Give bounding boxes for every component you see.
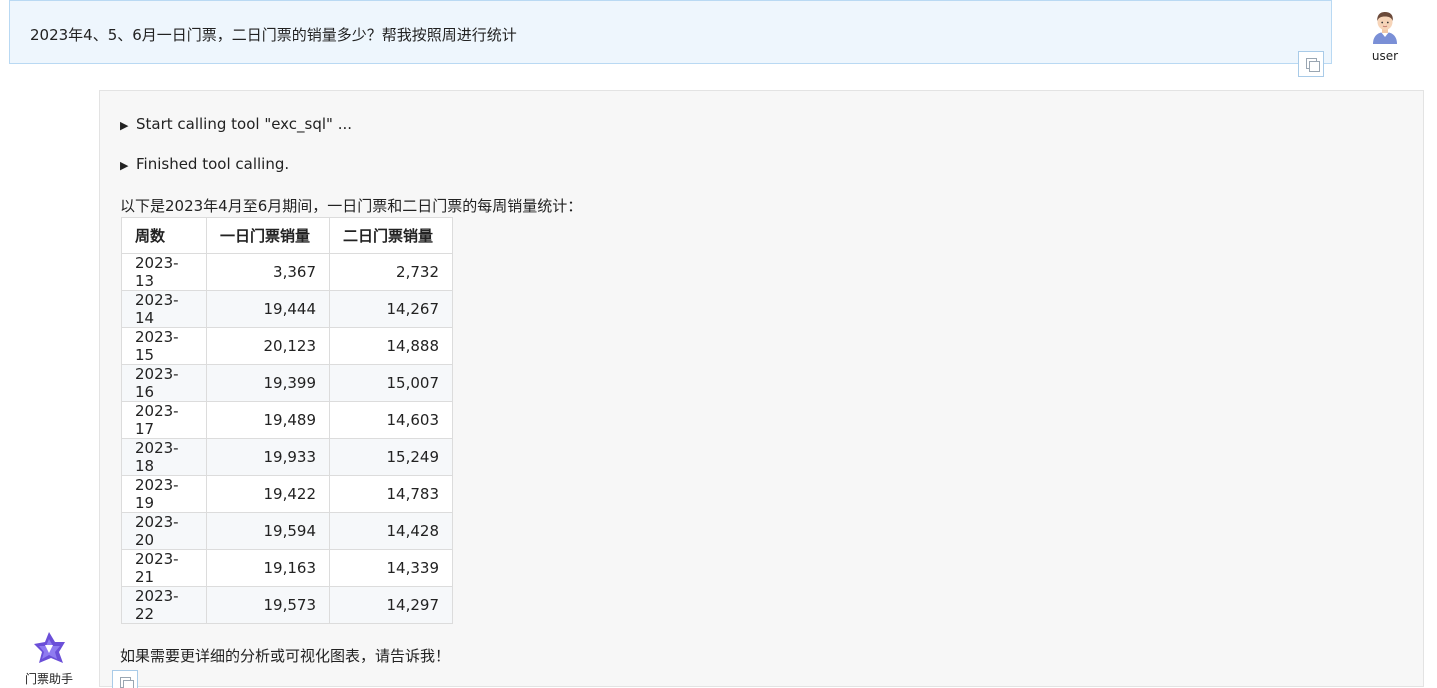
copy-assistant-message-button[interactable] <box>112 670 138 688</box>
table-row: 2023-17 19,489 14,603 <box>121 401 453 439</box>
tool-call-finished-toggle[interactable]: ▶ Finished tool calling. <box>120 155 289 173</box>
table-cell-two-day: 14,603 <box>329 401 453 439</box>
table-row: 2023-18 19,933 15,249 <box>121 438 453 476</box>
table-row: 2023-13 3,367 2,732 <box>121 253 453 291</box>
table-cell-week: 2023-14 <box>121 290 207 328</box>
user-avatar: user <box>1356 10 1414 63</box>
table-row: 2023-21 19,163 14,339 <box>121 549 453 587</box>
table-cell-week: 2023-18 <box>121 438 207 476</box>
table-cell-week: 2023-13 <box>121 253 207 291</box>
table-cell-one-day: 19,489 <box>206 401 330 439</box>
table-cell-two-day: 14,888 <box>329 327 453 365</box>
table-cell-two-day: 15,007 <box>329 364 453 402</box>
table-row: 2023-16 19,399 15,007 <box>121 364 453 402</box>
table-cell-two-day: 14,297 <box>329 586 453 624</box>
user-message-text: 2023年4、5、6月一日门票，二日门票的销量多少？帮我按照周进行统计 <box>30 26 517 44</box>
table-cell-one-day: 19,444 <box>206 290 330 328</box>
assistant-logo-icon <box>34 632 65 663</box>
table-header-two-day: 二日门票销量 <box>329 217 453 254</box>
table-cell-two-day: 14,339 <box>329 549 453 587</box>
user-avatar-icon <box>1373 12 1397 44</box>
table-cell-week: 2023-22 <box>121 586 207 624</box>
table-header-one-day: 一日门票销量 <box>206 217 330 254</box>
tool-call-start-toggle[interactable]: ▶ Start calling tool "exc_sql" ... <box>120 115 352 133</box>
table-cell-one-day: 20,123 <box>206 327 330 365</box>
table-cell-week: 2023-17 <box>121 401 207 439</box>
table-cell-two-day: 14,428 <box>329 512 453 550</box>
user-message-bubble: 2023年4、5、6月一日门票，二日门票的销量多少？帮我按照周进行统计 <box>9 0 1332 64</box>
table-header-week: 周数 <box>121 217 207 254</box>
table-row: 2023-20 19,594 14,428 <box>121 512 453 550</box>
copy-user-message-button[interactable] <box>1298 51 1324 77</box>
assistant-message-panel: ▶ Start calling tool "exc_sql" ... ▶ Finis… <box>99 90 1424 687</box>
assistant-avatar: 门票助手 <box>14 630 84 687</box>
table-cell-week: 2023-20 <box>121 512 207 550</box>
table-cell-one-day: 19,573 <box>206 586 330 624</box>
table-cell-one-day: 3,367 <box>206 253 330 291</box>
assistant-avatar-name: 门票助手 <box>24 672 73 686</box>
table-cell-two-day: 14,783 <box>329 475 453 513</box>
user-avatar-name: user <box>1371 49 1399 63</box>
table-row: 2023-19 19,422 14,783 <box>121 475 453 513</box>
table-cell-two-day: 14,267 <box>329 290 453 328</box>
table-cell-two-day: 15,249 <box>329 438 453 476</box>
table-row: 2023-15 20,123 14,888 <box>121 327 453 365</box>
assistant-outro-text: 如果需要更详细的分析或可视化图表，请告诉我！ <box>120 647 451 665</box>
table-cell-one-day: 19,422 <box>206 475 330 513</box>
table-cell-week: 2023-16 <box>121 364 207 402</box>
table-row: 2023-22 19,573 14,297 <box>121 586 453 624</box>
table-cell-two-day: 2,732 <box>329 253 453 291</box>
table-cell-week: 2023-21 <box>121 549 207 587</box>
table-header-row: 周数 一日门票销量 二日门票销量 <box>121 217 453 254</box>
weekly-sales-table: 周数 一日门票销量 二日门票销量 2023-13 3,367 2,732 202… <box>121 217 453 624</box>
table-cell-one-day: 19,399 <box>206 364 330 402</box>
expand-triangle-icon: ▶ <box>120 119 129 132</box>
table-cell-week: 2023-15 <box>121 327 207 365</box>
copy-icon-front <box>1309 61 1320 72</box>
table-cell-one-day: 19,163 <box>206 549 330 587</box>
table-cell-week: 2023-19 <box>121 475 207 513</box>
tool-call-start-label: Start calling tool "exc_sql" ... <box>136 115 353 133</box>
assistant-intro-text: 以下是2023年4月至6月期间，一日门票和二日门票的每周销量统计： <box>120 197 583 215</box>
copy-icon-front <box>123 680 134 688</box>
table-cell-one-day: 19,933 <box>206 438 330 476</box>
tool-call-finished-label: Finished tool calling. <box>136 155 290 173</box>
chat-page: 2023年4、5、6月一日门票，二日门票的销量多少？帮我按照周进行统计 user… <box>0 0 1437 688</box>
table-row: 2023-14 19,444 14,267 <box>121 290 453 328</box>
table-cell-one-day: 19,594 <box>206 512 330 550</box>
expand-triangle-icon: ▶ <box>120 159 129 172</box>
